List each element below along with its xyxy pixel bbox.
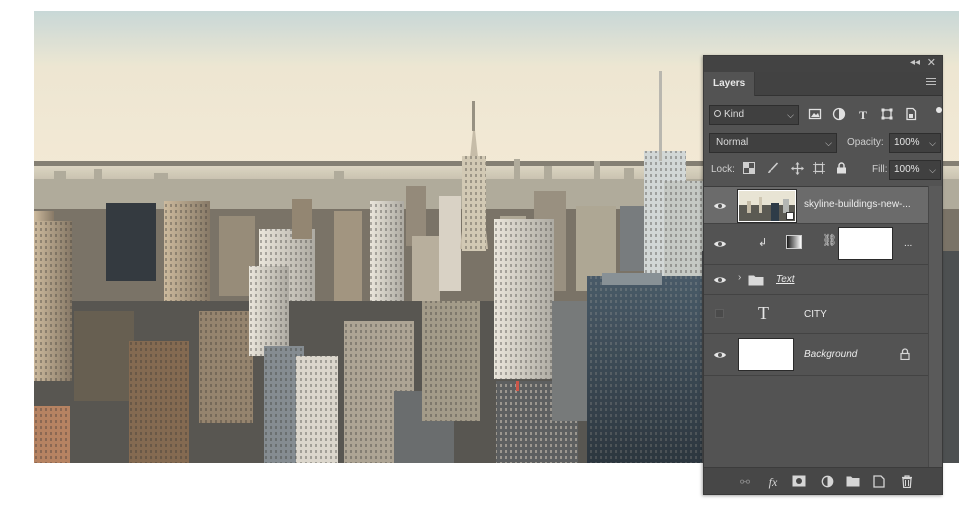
fill-value: 100% <box>894 164 920 175</box>
layer-row-text-group[interactable]: › Text <box>704 265 930 295</box>
link-icon[interactable]: ⛓ <box>822 233 837 247</box>
lock-icon <box>900 347 910 365</box>
fx-icon[interactable]: fx <box>766 475 780 489</box>
chevron-down-icon: ⌵ <box>787 110 794 120</box>
chevron-down-icon: ⌵ <box>929 165 936 175</box>
eye-icon[interactable] <box>713 199 727 213</box>
blend-mode-value: Normal <box>716 137 749 148</box>
blend-mode-select[interactable]: Normal ⌵ <box>709 133 837 153</box>
layer-row-city[interactable]: T CITY <box>704 295 930 334</box>
opacity-value: 100% <box>894 137 920 148</box>
lock-artboard-icon[interactable] <box>811 162 827 178</box>
lock-transparent-pixels-icon[interactable] <box>741 162 757 178</box>
filter-row: Kind ⌵ T <box>709 105 942 125</box>
search-icon <box>714 110 721 117</box>
eye-icon[interactable] <box>713 273 727 287</box>
layer-thumbnail <box>737 189 797 223</box>
folder-icon <box>748 273 764 291</box>
layer-thumbnail <box>738 338 794 371</box>
link-layers-icon[interactable]: ⚯ <box>738 475 752 489</box>
panel-titlebar[interactable]: ◂◂ ✕ <box>704 56 942 72</box>
fill-label: Fill: <box>872 164 888 175</box>
new-layer-icon[interactable] <box>872 475 886 489</box>
lock-position-icon[interactable] <box>789 162 805 178</box>
layer-name[interactable]: ... <box>904 238 912 249</box>
text-layer-icon: T <box>758 303 769 323</box>
visibility-off-toggle[interactable] <box>715 309 724 318</box>
smart-object-filter-icon[interactable] <box>903 107 919 123</box>
image-filter-icon[interactable] <box>807 107 823 123</box>
eye-icon[interactable] <box>713 348 727 362</box>
add-mask-icon[interactable] <box>792 475 806 489</box>
adjustment-layer-icon[interactable] <box>820 475 834 489</box>
layer-mask-thumbnail <box>838 227 893 260</box>
lock-image-pixels-icon[interactable] <box>765 162 781 178</box>
layer-name[interactable]: Text <box>776 274 795 285</box>
opacity-label: Opacity: <box>847 137 884 148</box>
new-group-icon[interactable] <box>846 475 860 489</box>
panel-menu-icon[interactable] <box>926 78 936 88</box>
layer-row-adjustment[interactable]: ↲ ⛓ ... <box>704 224 930 265</box>
opacity-input[interactable]: 100% ⌵ <box>889 133 941 153</box>
layer-list: skyline-buildings-new-... ↲ ⛓ ... › Text <box>704 186 930 469</box>
type-filter-icon[interactable]: T <box>855 107 871 123</box>
layer-name[interactable]: CITY <box>804 309 827 320</box>
panel-footer: ⚯ fx <box>704 467 942 494</box>
panel-tab-row: Layers <box>704 72 942 96</box>
layer-name[interactable]: skyline-buildings-new-... <box>804 199 911 210</box>
smart-object-badge-icon <box>786 212 794 220</box>
layer-row-skyline[interactable]: skyline-buildings-new-... <box>704 187 930 224</box>
lock-label: Lock: <box>711 164 735 175</box>
layer-list-scrollbar[interactable] <box>928 186 942 469</box>
layers-panel: ◂◂ ✕ Layers Kind ⌵ T Normal ⌵ Opacity: 1… <box>703 55 943 495</box>
expand-chevron-icon[interactable]: › <box>738 272 741 283</box>
lock-all-icon[interactable] <box>833 162 849 178</box>
lock-row: Lock: Fill: 100% ⌵ <box>709 160 941 180</box>
chevron-down-icon: ⌵ <box>825 138 832 148</box>
fill-input[interactable]: 100% ⌵ <box>889 160 941 180</box>
chevron-down-icon: ⌵ <box>929 138 936 148</box>
tab-layers[interactable]: Layers <box>704 72 756 96</box>
shape-filter-icon[interactable] <box>879 107 895 123</box>
layer-name[interactable]: Background <box>804 349 857 360</box>
filter-toggle[interactable] <box>936 105 942 125</box>
eye-icon[interactable] <box>713 237 727 251</box>
close-panel-icon[interactable]: ✕ <box>927 56 936 69</box>
collapse-panel-icon[interactable]: ◂◂ <box>910 57 920 68</box>
layer-row-background[interactable]: Background <box>704 334 930 376</box>
trash-icon[interactable] <box>900 475 914 489</box>
clipping-arrow-icon: ↲ <box>758 237 768 249</box>
blend-row: Normal ⌵ Opacity: 100% ⌵ <box>709 133 941 153</box>
adjustment-filter-icon[interactable] <box>831 107 847 123</box>
filter-kind-label: Kind <box>724 109 745 120</box>
filter-kind-select[interactable]: Kind ⌵ <box>709 105 799 125</box>
gradient-map-icon <box>786 235 802 249</box>
